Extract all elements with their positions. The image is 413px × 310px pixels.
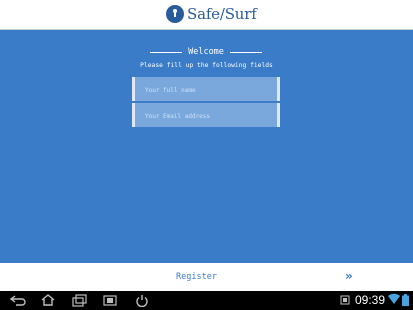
welcome-title: Welcome: [188, 47, 224, 57]
app-header: Safe/Surf: [0, 0, 413, 29]
divider-left: [150, 51, 183, 53]
battery-icon: [402, 294, 409, 306]
screenshot-icon[interactable]: [102, 294, 118, 307]
notification-icon: [340, 295, 350, 305]
back-icon[interactable]: [10, 294, 26, 307]
home-icon[interactable]: [40, 294, 56, 307]
welcome-heading: Welcome: [150, 45, 263, 59]
logo-text: Safe/Surf: [187, 5, 257, 23]
clock: 09:39: [355, 293, 386, 307]
wifi-icon: [388, 293, 400, 304]
email-input[interactable]: [135, 104, 277, 129]
system-nav-bar: 09:39: [0, 291, 413, 310]
footer-bar: Register »: [0, 263, 413, 291]
divider-right: [229, 51, 263, 53]
double-chevron-right-icon[interactable]: »: [345, 269, 353, 283]
email-field[interactable]: [132, 103, 280, 129]
keyhole-icon: [166, 5, 184, 23]
full-name-field[interactable]: [132, 77, 280, 103]
full-name-input[interactable]: [135, 78, 277, 103]
register-button[interactable]: Register: [176, 272, 217, 282]
safesurf-logo: Safe/Surf: [166, 4, 257, 24]
form-instructions: Please fill up the following fields: [140, 62, 273, 69]
signup-panel: Welcome Please fill up the following fie…: [0, 30, 413, 263]
power-icon[interactable]: [134, 294, 150, 307]
recent-apps-icon[interactable]: [72, 294, 88, 307]
